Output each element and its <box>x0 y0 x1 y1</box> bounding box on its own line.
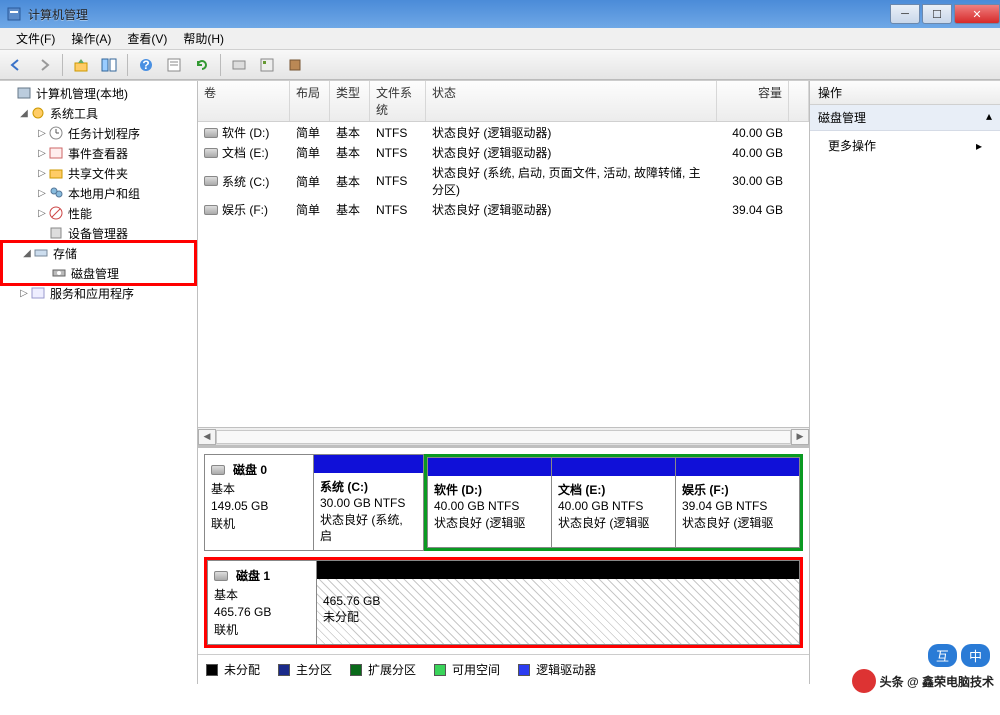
svg-text:?: ? <box>142 58 149 72</box>
partition-bar-logical <box>676 458 799 476</box>
volume-row[interactable]: 系统 (C:)简单基本NTFS状态良好 (系统, 启动, 页面文件, 活动, 故… <box>198 162 809 199</box>
disk-0-info[interactable]: 磁盘 0 基本 149.05 GB 联机 <box>204 454 314 551</box>
col-layout[interactable]: 布局 <box>290 81 330 121</box>
scroll-left-button[interactable]: ◀ <box>198 429 216 445</box>
disk-1-row[interactable]: 磁盘 1 基本 465.76 GB 联机 465.76 GB 未分配 <box>207 560 800 645</box>
disk-icon <box>214 571 228 581</box>
help-button[interactable]: ? <box>134 53 158 77</box>
tree-system-tools[interactable]: ◢系统工具 <box>0 103 197 123</box>
maximize-button[interactable]: ☐ <box>922 4 952 24</box>
navigation-tree[interactable]: 计算机管理(本地) ◢系统工具 ▷任务计划程序 ▷事件查看器 ▷共享文件夹 ▷本… <box>0 81 198 684</box>
tree-disk-management[interactable]: 磁盘管理 <box>3 263 194 283</box>
collapse-icon[interactable]: ▴ <box>986 109 992 126</box>
legend-swatch-unallocated <box>206 664 218 676</box>
col-status[interactable]: 状态 <box>426 81 717 121</box>
actions-section-diskmgmt[interactable]: 磁盘管理▴ <box>810 105 1000 131</box>
horizontal-scrollbar[interactable]: ◀ ▶ <box>198 427 809 445</box>
col-filesystem[interactable]: 文件系统 <box>370 81 426 121</box>
tree-storage[interactable]: ◢存储 <box>3 243 194 263</box>
menu-bar: 文件(F) 操作(A) 查看(V) 帮助(H) <box>0 28 1000 50</box>
app-icon <box>6 6 22 22</box>
up-button[interactable] <box>69 53 93 77</box>
tree-services-apps[interactable]: ▷服务和应用程序 <box>0 283 197 303</box>
disk-0-logical-highlight: 软件 (D:)40.00 GB NTFS状态良好 (逻辑驱 文档 (E:)40.… <box>424 454 803 551</box>
volume-row[interactable]: 文档 (E:)简单基本NTFS状态良好 (逻辑驱动器)40.00 GB <box>198 142 809 162</box>
actions-header: 操作 <box>810 81 1000 105</box>
partition-bar-logical <box>552 458 675 476</box>
chevron-right-icon: ▸ <box>976 139 982 153</box>
content-pane: 卷 布局 类型 文件系统 状态 容量 软件 (D:)简单基本NTFS状态良好 (… <box>198 81 810 684</box>
tree-local-users[interactable]: ▷本地用户和组 <box>0 183 197 203</box>
legend-swatch-primary <box>278 664 290 676</box>
tree-storage-highlight: ◢存储 磁盘管理 <box>0 240 197 286</box>
partition-c[interactable]: 系统 (C:)30.00 GB NTFS状态良好 (系统, 启 <box>314 454 424 551</box>
legend-swatch-free <box>434 664 446 676</box>
partition-d[interactable]: 软件 (D:)40.00 GB NTFS状态良好 (逻辑驱 <box>427 457 552 548</box>
toolbar-icon-3[interactable] <box>283 53 307 77</box>
partition-unallocated[interactable]: 465.76 GB 未分配 <box>317 560 800 645</box>
partition-bar-primary <box>314 455 423 473</box>
volume-row[interactable]: 软件 (D:)简单基本NTFS状态良好 (逻辑驱动器)40.00 GB <box>198 122 809 142</box>
disk-icon <box>211 465 225 475</box>
tree-task-scheduler[interactable]: ▷任务计划程序 <box>0 123 197 143</box>
partition-e[interactable]: 文档 (E:)40.00 GB NTFS状态良好 (逻辑驱 <box>552 457 676 548</box>
partition-f[interactable]: 娱乐 (F:)39.04 GB NTFS状态良好 (逻辑驱 <box>676 457 800 548</box>
legend-swatch-logical <box>518 664 530 676</box>
volume-list-header[interactable]: 卷 布局 类型 文件系统 状态 容量 <box>198 81 809 122</box>
watermark: 头条 @ 鑫荣电脑技术 <box>852 669 994 693</box>
disk-1-info[interactable]: 磁盘 1 基本 465.76 GB 联机 <box>207 560 317 645</box>
partition-bar-unallocated <box>317 561 799 579</box>
back-button[interactable] <box>4 53 28 77</box>
menu-help[interactable]: 帮助(H) <box>175 28 232 49</box>
col-volume[interactable]: 卷 <box>198 81 290 121</box>
legend: 未分配 主分区 扩展分区 可用空间 逻辑驱动器 <box>198 654 809 684</box>
scroll-track[interactable] <box>216 430 791 444</box>
ime-indicator: 互 中 <box>928 644 990 667</box>
drive-icon <box>204 176 218 186</box>
menu-view[interactable]: 查看(V) <box>119 28 175 49</box>
col-type[interactable]: 类型 <box>330 81 370 121</box>
tree-event-viewer[interactable]: ▷事件查看器 <box>0 143 197 163</box>
title-bar: 计算机管理 ─ ☐ ✕ <box>0 0 1000 28</box>
volume-row[interactable]: 娱乐 (F:)简单基本NTFS状态良好 (逻辑驱动器)39.04 GB <box>198 199 809 219</box>
drive-icon <box>204 128 218 138</box>
drive-icon <box>204 148 218 158</box>
refresh-button[interactable] <box>190 53 214 77</box>
partition-bar-logical <box>428 458 551 476</box>
col-capacity[interactable]: 容量 <box>717 81 789 121</box>
disk-0-row[interactable]: 磁盘 0 基本 149.05 GB 联机 系统 (C:)30.00 GB NTF… <box>204 454 803 551</box>
properties-button[interactable] <box>162 53 186 77</box>
show-hide-tree-button[interactable] <box>97 53 121 77</box>
toolbar: ? <box>0 50 1000 80</box>
close-button[interactable]: ✕ <box>954 4 1000 24</box>
actions-pane: 操作 磁盘管理▴ 更多操作▸ <box>810 81 1000 684</box>
volume-list[interactable]: 卷 布局 类型 文件系统 状态 容量 软件 (D:)简单基本NTFS状态良好 (… <box>198 81 809 219</box>
window-title: 计算机管理 <box>28 6 888 23</box>
disk-layout-pane: 磁盘 0 基本 149.05 GB 联机 系统 (C:)30.00 GB NTF… <box>198 445 809 654</box>
forward-button[interactable] <box>32 53 56 77</box>
actions-more[interactable]: 更多操作▸ <box>810 131 1000 160</box>
scroll-right-button[interactable]: ▶ <box>791 429 809 445</box>
tree-performance[interactable]: ▷性能 <box>0 203 197 223</box>
disk-1-highlight: 磁盘 1 基本 465.76 GB 联机 465.76 GB 未分配 <box>204 557 803 648</box>
toolbar-icon-2[interactable] <box>255 53 279 77</box>
legend-swatch-extended <box>350 664 362 676</box>
menu-file[interactable]: 文件(F) <box>8 28 63 49</box>
toolbar-icon-1[interactable] <box>227 53 251 77</box>
menu-action[interactable]: 操作(A) <box>63 28 119 49</box>
tree-root[interactable]: 计算机管理(本地) <box>0 83 197 103</box>
watermark-avatar-icon <box>852 669 876 693</box>
tree-shared-folders[interactable]: ▷共享文件夹 <box>0 163 197 183</box>
drive-icon <box>204 205 218 215</box>
minimize-button[interactable]: ─ <box>890 4 920 24</box>
